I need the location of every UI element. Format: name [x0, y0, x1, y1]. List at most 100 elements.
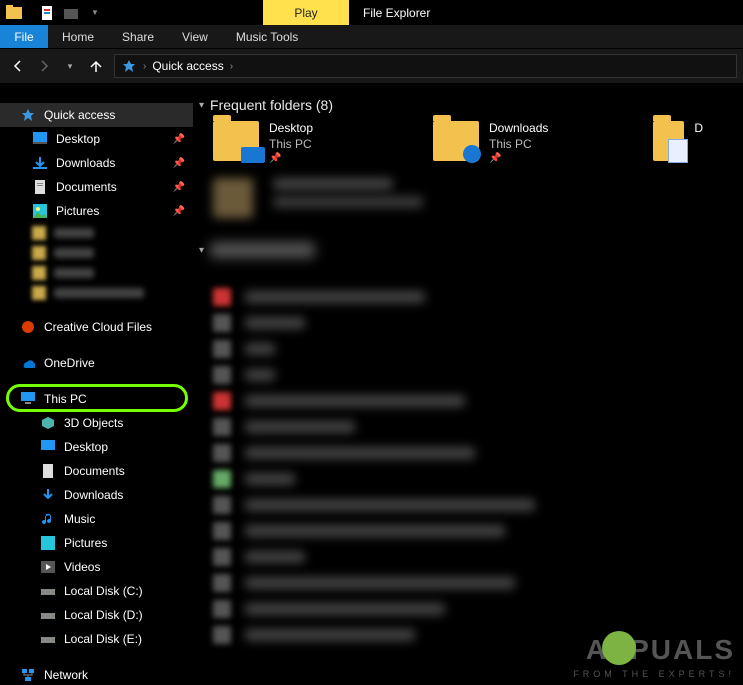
up-button[interactable] [84, 54, 108, 78]
sidebar-item-music[interactable]: Music [0, 507, 193, 531]
list-item[interactable] [213, 466, 743, 492]
list-item[interactable] [213, 310, 743, 336]
navigation-pane: Quick access Desktop 📌 Downloads 📌 Docum… [0, 83, 193, 685]
folder-icon [653, 121, 684, 161]
back-button[interactable] [6, 54, 30, 78]
menu-home[interactable]: Home [48, 25, 108, 48]
sidebar-item-documents[interactable]: Documents [0, 459, 193, 483]
sidebar-item-3d-objects[interactable]: 3D Objects [0, 411, 193, 435]
folder-location: This PC [489, 137, 548, 151]
menu-view[interactable]: View [168, 25, 222, 48]
pictures-icon [40, 535, 56, 551]
desktop-icon [32, 131, 48, 147]
sidebar-item-network[interactable]: Network [0, 663, 193, 685]
sidebar-item-local-disk-d[interactable]: Local Disk (D:) [0, 603, 193, 627]
sidebar-item-label: OneDrive [44, 356, 95, 370]
section-header-recent[interactable]: ▾ Recent files 00 [193, 240, 743, 266]
sidebar-item-downloads[interactable]: Downloads 📌 [0, 151, 193, 175]
new-folder-icon[interactable] [61, 3, 81, 23]
list-item[interactable] [213, 362, 743, 388]
chevron-right-icon: › [230, 61, 233, 72]
pin-icon: 📌 [173, 182, 185, 193]
list-item[interactable] [213, 518, 743, 544]
documents-icon [40, 463, 56, 479]
section-title-blurred: Recent files 00 [210, 242, 315, 258]
menu-music-tools[interactable]: Music Tools [222, 25, 312, 48]
sidebar-item-blurred[interactable] [0, 223, 193, 243]
sidebar-item-label: Pictures [56, 204, 99, 218]
folder-icon [433, 121, 479, 161]
pin-icon: 📌 [269, 153, 313, 164]
sidebar-item-label: Music [64, 512, 95, 526]
list-item[interactable] [213, 284, 743, 310]
sidebar-item-blurred[interactable] [0, 243, 193, 263]
sidebar-item-blurred[interactable] [0, 263, 193, 283]
list-item[interactable] [213, 414, 743, 440]
menu-file[interactable]: File [0, 25, 48, 48]
folder-item-partial[interactable]: D [653, 121, 703, 164]
creative-cloud-icon [20, 319, 36, 335]
onedrive-icon [20, 355, 36, 371]
sidebar-item-label: Desktop [56, 132, 100, 146]
list-item[interactable] [213, 622, 743, 648]
pin-icon: 📌 [173, 158, 185, 169]
ribbon-context-tab-play[interactable]: Play [263, 0, 349, 25]
content-pane: ▾ Frequent folders (8) Desktop This PC 📌… [193, 83, 743, 685]
breadcrumb-item[interactable]: Quick access [152, 59, 223, 73]
sidebar-item-label: Downloads [56, 156, 115, 170]
sidebar-item-this-pc[interactable]: This PC [0, 387, 193, 411]
sidebar-item-label: Pictures [64, 536, 107, 550]
sidebar-item-downloads[interactable]: Downloads [0, 483, 193, 507]
sidebar-item-pictures[interactable]: Pictures 📌 [0, 199, 193, 223]
list-item[interactable] [213, 570, 743, 596]
sidebar-item-videos[interactable]: Videos [0, 555, 193, 579]
list-item[interactable] [213, 596, 743, 622]
pictures-icon [32, 203, 48, 219]
list-item[interactable] [213, 336, 743, 362]
sidebar-item-label: 3D Objects [64, 416, 123, 430]
sidebar-item-desktop[interactable]: Desktop [0, 435, 193, 459]
list-item[interactable] [213, 440, 743, 466]
list-item[interactable] [213, 492, 743, 518]
drive-icon [40, 631, 56, 647]
folder-item-downloads[interactable]: Downloads This PC 📌 [433, 121, 633, 164]
this-pc-icon [20, 391, 36, 407]
window-title: File Explorer [349, 0, 444, 25]
sidebar-item-label: Desktop [64, 440, 108, 454]
folder-name: D [694, 121, 703, 135]
sidebar-item-blurred[interactable] [0, 283, 193, 303]
sidebar-item-label: Documents [56, 180, 117, 194]
recent-dropdown[interactable]: ▾ [58, 54, 82, 78]
app-icon [4, 3, 24, 23]
dropdown-icon[interactable]: ▼ [85, 3, 105, 23]
sidebar-item-label: Network [44, 668, 88, 682]
properties-icon[interactable] [37, 3, 57, 23]
list-item[interactable] [213, 388, 743, 414]
sidebar-item-label: Local Disk (D:) [64, 608, 143, 622]
sidebar-item-onedrive[interactable]: OneDrive [0, 351, 193, 375]
frequent-folders: Desktop This PC 📌 Downloads This PC 📌 D [193, 121, 743, 164]
sidebar-item-label: Quick access [44, 108, 115, 122]
folder-item-blurred[interactable] [193, 178, 743, 218]
music-icon [40, 511, 56, 527]
forward-button[interactable] [32, 54, 56, 78]
folder-item-desktop[interactable]: Desktop This PC 📌 [213, 121, 413, 164]
menu-share[interactable]: Share [108, 25, 168, 48]
sidebar-item-creative-cloud[interactable]: Creative Cloud Files [0, 315, 193, 339]
sidebar-item-desktop[interactable]: Desktop 📌 [0, 127, 193, 151]
list-item[interactable] [213, 544, 743, 570]
3d-objects-icon [40, 415, 56, 431]
sidebar-item-label: Local Disk (E:) [64, 632, 142, 646]
drive-icon [40, 607, 56, 623]
sidebar-item-local-disk-e[interactable]: Local Disk (E:) [0, 627, 193, 651]
sidebar-item-local-disk-c[interactable]: Local Disk (C:) [0, 579, 193, 603]
address-bar[interactable]: › Quick access › [114, 54, 737, 78]
sidebar-item-pictures[interactable]: Pictures [0, 531, 193, 555]
sidebar-item-documents[interactable]: Documents 📌 [0, 175, 193, 199]
folder-name: Desktop [269, 121, 313, 135]
videos-icon [40, 559, 56, 575]
sidebar-item-quick-access[interactable]: Quick access [0, 103, 193, 127]
pin-icon: 📌 [173, 206, 185, 217]
downloads-icon [32, 155, 48, 171]
drive-icon [40, 583, 56, 599]
